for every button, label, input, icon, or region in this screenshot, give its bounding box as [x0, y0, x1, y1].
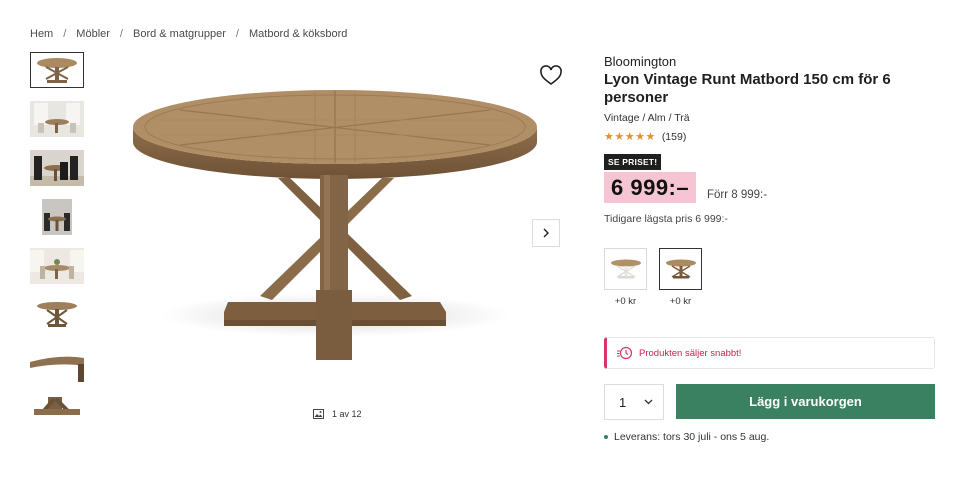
- thumbnail-table-top-view[interactable]: [30, 52, 84, 88]
- breadcrumb-separator: /: [119, 28, 123, 40]
- chevron-right-icon: [543, 228, 549, 238]
- old-price: Förr 8 999:-: [707, 189, 768, 201]
- clock-icon: [617, 346, 633, 360]
- current-price: 6 999:–: [611, 174, 690, 200]
- main-product-image[interactable]: [120, 90, 550, 380]
- breadcrumb-bord-matgrupper[interactable]: Bord & matgrupper: [133, 28, 226, 40]
- image-icon: [313, 409, 324, 419]
- breadcrumb-separator: /: [63, 28, 67, 40]
- product-title: Lyon Vintage Runt Matbord 150 cm för 6 p…: [604, 71, 891, 106]
- selling-fast-alert: Produkten säljer snabbt!: [604, 337, 935, 369]
- variant-price: +0 kr: [614, 296, 637, 307]
- breadcrumb-separator: /: [235, 28, 239, 40]
- brand-name[interactable]: Bloomington: [604, 54, 936, 69]
- variant-wood-base[interactable]: [659, 248, 702, 290]
- quantity-value: 1: [619, 394, 627, 410]
- status-dot-icon: [604, 435, 608, 439]
- thumbnail-table-with-black-chairs[interactable]: [30, 150, 84, 186]
- product-subtitle: Vintage / Alm / Trä: [604, 112, 690, 124]
- variant-white-base[interactable]: [604, 248, 647, 290]
- variant-price: +0 kr: [669, 296, 692, 307]
- breadcrumb: Hem / Möbler / Bord & matgrupper / Matbo…: [30, 28, 347, 40]
- previous-lowest-price: Tidigare lägsta pris 6 999:-: [604, 213, 728, 225]
- price-box: 6 999:–: [604, 172, 697, 203]
- product-rating[interactable]: ★★★★★ (159): [604, 130, 936, 144]
- image-counter-text: 1 av 12: [332, 409, 362, 419]
- delivery-text: Leverans: tors 30 juli - ons 5 aug.: [614, 431, 770, 443]
- thumbnail-table-closeup-base[interactable]: [30, 395, 84, 415]
- next-image-button[interactable]: [532, 219, 560, 247]
- quantity-select[interactable]: 1: [604, 384, 664, 420]
- thumbnail-table-angle-view[interactable]: [30, 297, 84, 333]
- product-info-panel: Bloomington Lyon Vintage Runt Matbord 15…: [604, 52, 936, 143]
- chevron-down-icon: [644, 399, 653, 405]
- breadcrumb-home[interactable]: Hem: [30, 28, 53, 40]
- favorite-heart-icon[interactable]: [539, 65, 563, 87]
- image-counter: 1 av 12: [313, 409, 362, 419]
- add-to-cart-button[interactable]: Lägg i varukorgen: [676, 384, 935, 419]
- thumbnail-table-room-light[interactable]: [30, 101, 84, 137]
- rating-stars-icon: ★★★★★: [604, 131, 656, 143]
- thumbnail-table-dining-room[interactable]: [30, 199, 84, 235]
- campaign-badge: SE PRISET!: [604, 154, 662, 170]
- thumbnail-table-kitchen-scene[interactable]: [30, 248, 84, 284]
- breadcrumb-mobler[interactable]: Möbler: [76, 28, 110, 40]
- alert-text: Produkten säljer snabbt!: [639, 347, 742, 359]
- rating-count[interactable]: (159): [662, 131, 687, 143]
- delivery-info: Leverans: tors 30 juli - ons 5 aug.: [604, 431, 769, 443]
- breadcrumb-matbord-koksbord[interactable]: Matbord & köksbord: [249, 28, 347, 40]
- thumbnail-table-closeup-edge[interactable]: [30, 346, 84, 382]
